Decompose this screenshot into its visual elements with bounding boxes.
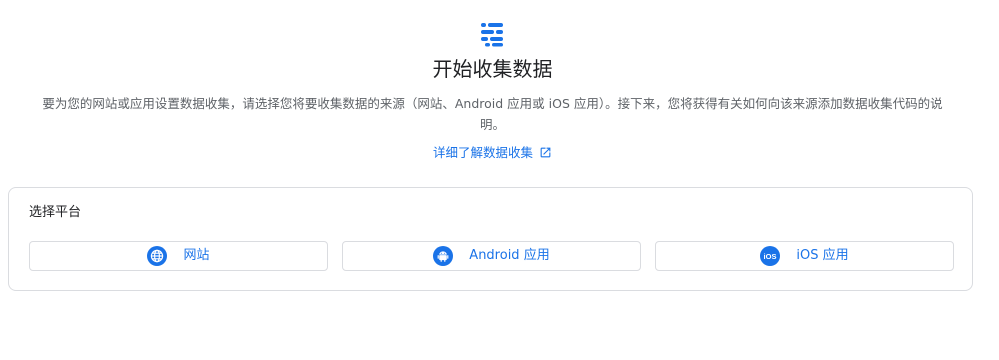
platform-web-label: 网站 xyxy=(183,248,210,263)
data-stream-icon xyxy=(481,23,503,47)
platform-android-button[interactable]: Android 应用 xyxy=(342,241,641,271)
open-in-new-icon xyxy=(540,147,551,158)
globe-icon xyxy=(147,246,168,266)
page-title: 开始收集数据 xyxy=(432,57,553,81)
learn-more-label: 详细了解数据收集 xyxy=(432,145,533,160)
platform-android-label: Android 应用 xyxy=(469,248,550,263)
platform-picker-card: 选择平台 网站 Android 应用 iOS iOS 应用 xyxy=(8,187,973,291)
platform-ios-label: iOS 应用 xyxy=(796,248,849,263)
ios-icon: iOS xyxy=(760,246,781,266)
page-description: 要为您的网站或应用设置数据收集，请选择您将要收集数据的来源（网站、Android… xyxy=(42,96,943,132)
platform-web-button[interactable]: 网站 xyxy=(29,241,328,271)
page: 开始收集数据 要为您的网站或应用设置数据收集，请选择您将要收集数据的来源（网站、… xyxy=(0,0,999,360)
platform-picker-title: 选择平台 xyxy=(29,205,82,220)
android-icon xyxy=(433,246,454,266)
learn-more-link[interactable]: 详细了解数据收集 xyxy=(0,144,985,162)
svg-text:iOS: iOS xyxy=(764,252,777,261)
platform-ios-button[interactable]: iOS iOS 应用 xyxy=(655,241,954,271)
